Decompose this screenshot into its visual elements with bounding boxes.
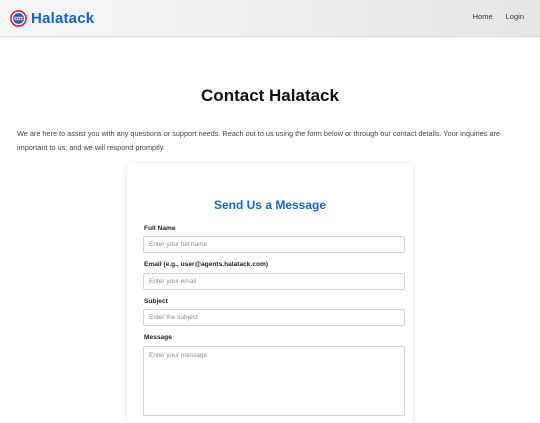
halatack-logo-icon [10,9,27,27]
email-label: Email (e.g., user@agents.halatack.com) [144,261,269,268]
email-input[interactable] [143,273,405,290]
contact-form-card: Send Us a Message Full Name Email (e.g.,… [127,163,413,423]
full-name-label: Full Name [144,225,176,232]
nav-login-link[interactable]: Login [506,12,524,21]
main-nav: Home Login [473,12,524,21]
brand-link[interactable]: Halatack [10,9,94,27]
brand-name: Halatack [31,9,95,27]
message-textarea[interactable] [143,346,405,416]
form-title: Send Us a Message [213,198,327,212]
top-navbar: Halatack Home Login [0,0,540,37]
subject-input[interactable] [143,309,405,326]
intro-text: We are here to assist you with any quest… [17,129,500,152]
subject-label: Subject [144,298,168,305]
nav-home-link[interactable]: Home [473,12,493,21]
page-title: Contact Halatack [201,86,339,105]
message-label: Message [144,334,172,341]
full-name-input[interactable] [143,236,405,253]
